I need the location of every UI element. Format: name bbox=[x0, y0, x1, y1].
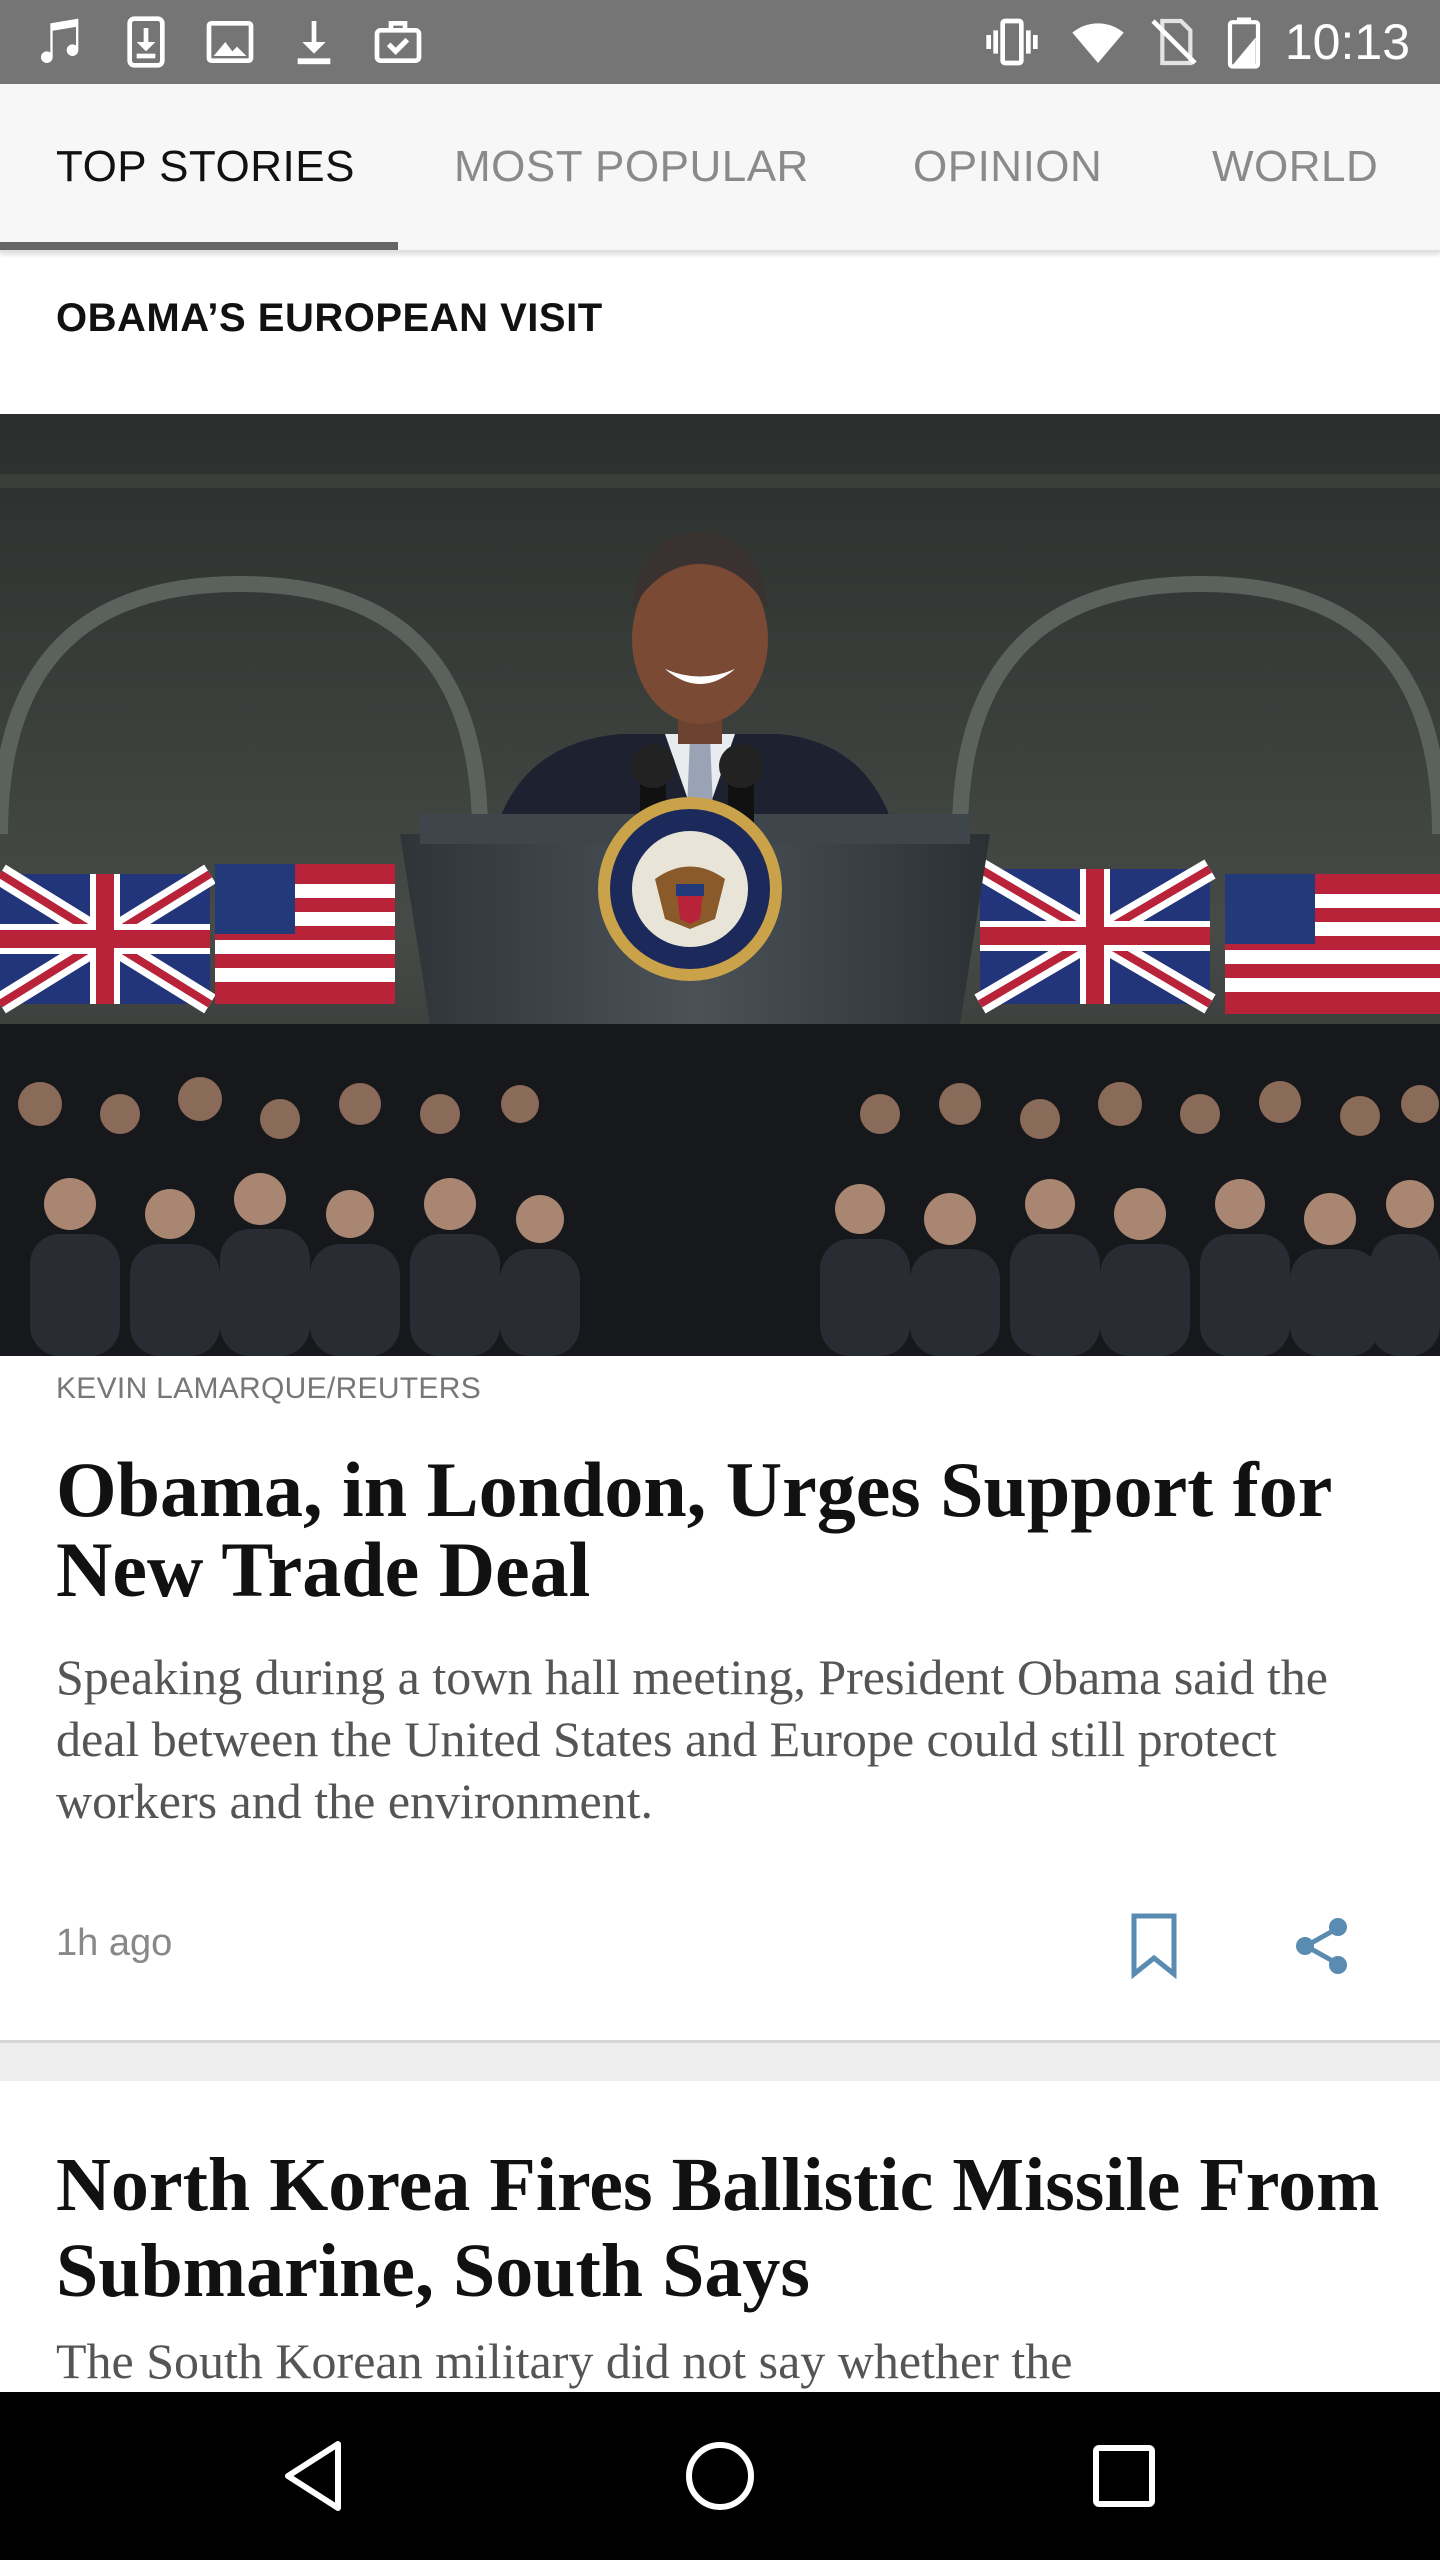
clock: 10:13 bbox=[1284, 14, 1410, 70]
no-sim-icon bbox=[1146, 14, 1202, 70]
story-headline[interactable]: Obama, in London, Urges Support for New … bbox=[56, 1450, 1396, 1610]
card-divider bbox=[0, 2040, 1440, 2081]
bookmark-icon[interactable] bbox=[1126, 1912, 1182, 1980]
tab-most-popular[interactable]: MOST POPULAR bbox=[454, 84, 809, 250]
back-icon[interactable] bbox=[274, 2434, 358, 2518]
photo-credit: KEVIN LAMARQUE/REUTERS bbox=[56, 1372, 482, 1405]
wifi-icon bbox=[1070, 14, 1126, 70]
image-icon bbox=[202, 14, 258, 70]
story-headline-2[interactable]: North Korea Fires Ballistic Missile From… bbox=[56, 2142, 1396, 2314]
vibrate-icon bbox=[984, 14, 1040, 70]
tab-world[interactable]: WORLD bbox=[1212, 84, 1378, 250]
story-summary[interactable]: Speaking during a town hall meeting, Pre… bbox=[56, 1646, 1396, 1832]
music-icon bbox=[34, 14, 90, 70]
section-label[interactable]: OBAMA’S EUROPEAN VISIT bbox=[56, 296, 603, 341]
story-timestamp: 1h ago bbox=[56, 1922, 173, 1964]
status-bar: 10:13 bbox=[0, 0, 1440, 84]
battery-icon bbox=[1216, 14, 1272, 70]
story-image[interactable] bbox=[0, 414, 1440, 1356]
active-tab-indicator bbox=[0, 242, 398, 250]
download-box-icon bbox=[118, 14, 174, 70]
story-summary-2[interactable]: The South Korean military did not say wh… bbox=[56, 2330, 1396, 2392]
share-icon[interactable] bbox=[1292, 1916, 1352, 1976]
section-tab-bar: TOP STORIES MOST POPULAR OPINION WORLD bbox=[0, 84, 1440, 252]
recents-icon[interactable] bbox=[1082, 2434, 1166, 2518]
briefcase-check-icon bbox=[370, 14, 426, 70]
tab-top-stories[interactable]: TOP STORIES bbox=[56, 84, 355, 250]
home-icon[interactable] bbox=[678, 2434, 762, 2518]
navigation-bar bbox=[0, 2392, 1440, 2560]
tab-opinion[interactable]: OPINION bbox=[913, 84, 1102, 250]
download-icon bbox=[286, 14, 342, 70]
